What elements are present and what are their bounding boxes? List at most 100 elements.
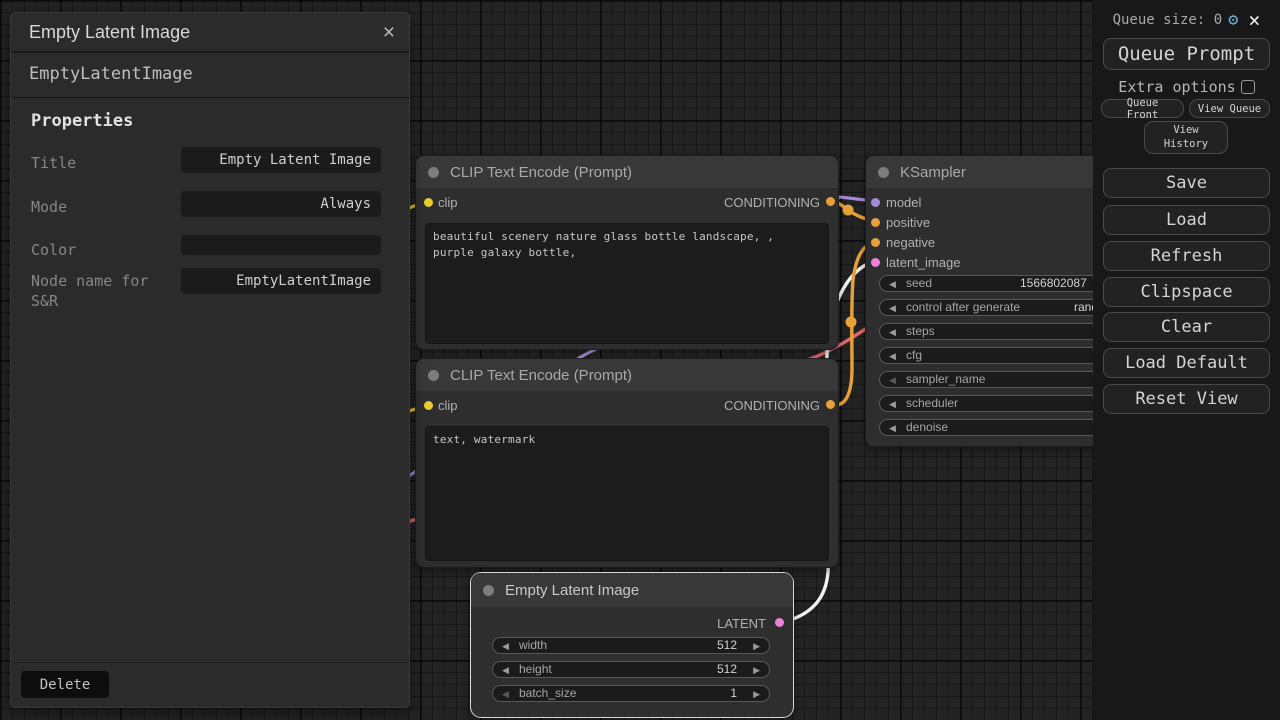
save-button[interactable]: Save [1103,168,1270,198]
node-title: Empty Latent Image [505,582,639,599]
node-status-dot-icon [483,585,494,596]
widget-label: control after generate [906,300,1020,315]
widget-height[interactable]: ◀ height 512 ▶ [492,661,770,678]
decrement-arrow-icon[interactable]: ◀ [502,639,509,653]
widget-label: scheduler [906,396,958,411]
clip-input-dot[interactable] [424,401,433,410]
properties-dialog: Empty Latent Image × EmptyLatentImage Pr… [10,12,410,708]
load-default-button[interactable]: Load Default [1103,348,1270,378]
decrement-arrow-icon[interactable]: ◀ [502,663,509,677]
node-clip-text-encode-positive[interactable]: CLIP Text Encode (Prompt) clip CONDITION… [415,155,839,350]
latent-image-input-label: latent_image [886,255,960,270]
close-icon[interactable]: × [383,22,395,43]
prompt-textarea[interactable] [425,426,829,561]
decrement-arrow-icon[interactable]: ◀ [889,421,896,435]
conditioning-output-dot[interactable] [826,197,835,206]
widget-value: 1566802087 [1020,276,1087,291]
node-type-name: EmptyLatentImage [11,51,409,98]
view-history-label: View History [1161,124,1211,150]
node-title: CLIP Text Encode (Prompt) [450,164,632,181]
node-titlebar[interactable]: CLIP Text Encode (Prompt) [416,156,838,188]
color-field[interactable] [181,235,381,255]
clip-input-label: clip [438,398,458,413]
link-midpoint-dot[interactable] [846,317,857,328]
comfyui-app: { "panel": { "title": "Empty Latent Imag… [0,0,1280,720]
node-title: KSampler [900,164,966,181]
decrement-arrow-icon[interactable]: ◀ [889,325,896,339]
node-name-field-label: Node name for S&R [31,271,181,312]
close-icon[interactable]: × [1248,10,1260,30]
node-name-field[interactable]: EmptyLatentImage [181,268,381,294]
node-status-dot-icon [428,370,439,381]
widget-value: 512 [717,662,737,677]
increment-arrow-icon[interactable]: ▶ [753,687,760,701]
conditioning-output-label: CONDITIONING [724,195,820,210]
view-queue-button[interactable]: View Queue [1189,99,1270,118]
title-field[interactable]: Empty Latent Image [181,147,381,173]
decrement-arrow-icon[interactable]: ◀ [502,687,509,701]
conditioning-output-label: CONDITIONING [724,398,820,413]
node-titlebar[interactable]: Empty Latent Image [471,573,793,607]
decrement-arrow-icon[interactable]: ◀ [889,397,896,411]
node-clip-text-encode-negative[interactable]: CLIP Text Encode (Prompt) clip CONDITION… [415,358,839,568]
model-input-label: model [886,195,921,210]
extra-options-row: Extra options [1093,78,1280,96]
positive-input-dot[interactable] [871,218,880,227]
widget-label: sampler_name [906,372,985,387]
view-history-button[interactable]: View History [1144,121,1228,154]
settings-gear-icon[interactable]: ⚙ [1228,12,1238,29]
color-field-label: Color [31,240,181,260]
queue-size-label: Queue size: 0 [1113,12,1223,28]
increment-arrow-icon[interactable]: ▶ [753,639,760,653]
mode-field-label: Mode [31,197,181,217]
conditioning-output-dot[interactable] [826,400,835,409]
prompt-textarea[interactable] [425,223,829,344]
widget-label: denoise [906,420,948,435]
widget-label: steps [906,324,935,339]
widget-width[interactable]: ◀ width 512 ▶ [492,637,770,654]
decrement-arrow-icon[interactable]: ◀ [889,277,896,291]
queue-size-row: Queue size: 0 ⚙ × [1093,10,1280,30]
mode-field[interactable]: Always [181,191,381,217]
clip-input-dot[interactable] [424,198,433,207]
widget-label: cfg [906,348,922,363]
widget-value: 1 [730,686,737,701]
decrement-arrow-icon[interactable]: ◀ [889,301,896,315]
delete-button[interactable]: Delete [21,671,109,698]
model-input-dot[interactable] [871,198,880,207]
negative-input-dot[interactable] [871,238,880,247]
negative-input-label: negative [886,235,935,250]
extra-options-checkbox[interactable] [1241,80,1255,94]
latent-output-label: LATENT [717,616,766,631]
divider [11,662,409,663]
reset-view-button[interactable]: Reset View [1103,384,1270,414]
widget-label: batch_size [519,686,576,701]
decrement-arrow-icon[interactable]: ◀ [889,349,896,363]
extra-options-label: Extra options [1118,78,1235,96]
properties-heading: Properties [31,111,133,131]
node-title: CLIP Text Encode (Prompt) [450,367,632,384]
clear-button[interactable]: Clear [1103,312,1270,342]
queue-prompt-button[interactable]: Queue Prompt [1103,38,1270,70]
refresh-button[interactable]: Refresh [1103,241,1270,271]
positive-input-label: positive [886,215,930,230]
link-midpoint-dot[interactable] [843,205,854,216]
widget-label: height [519,662,552,677]
node-status-dot-icon [878,167,889,178]
increment-arrow-icon[interactable]: ▶ [753,663,760,677]
widget-label: seed [906,276,932,291]
main-menu: Queue size: 0 ⚙ × Queue Prompt Extra opt… [1093,0,1280,720]
node-empty-latent-image[interactable]: Empty Latent Image LATENT ◀ width 512 ▶ … [470,572,794,718]
load-button[interactable]: Load [1103,205,1270,235]
clipspace-button[interactable]: Clipspace [1103,277,1270,307]
queue-front-button[interactable]: Queue Front [1101,99,1184,118]
node-titlebar[interactable]: CLIP Text Encode (Prompt) [416,359,838,391]
dialog-header: Empty Latent Image × [11,13,409,53]
decrement-arrow-icon[interactable]: ◀ [889,373,896,387]
widget-batch-size[interactable]: ◀ batch_size 1 ▶ [492,685,770,702]
latent-image-input-dot[interactable] [871,258,880,267]
node-status-dot-icon [428,167,439,178]
latent-output-dot[interactable] [775,618,784,627]
clip-input-label: clip [438,195,458,210]
title-field-label: Title [31,153,181,173]
